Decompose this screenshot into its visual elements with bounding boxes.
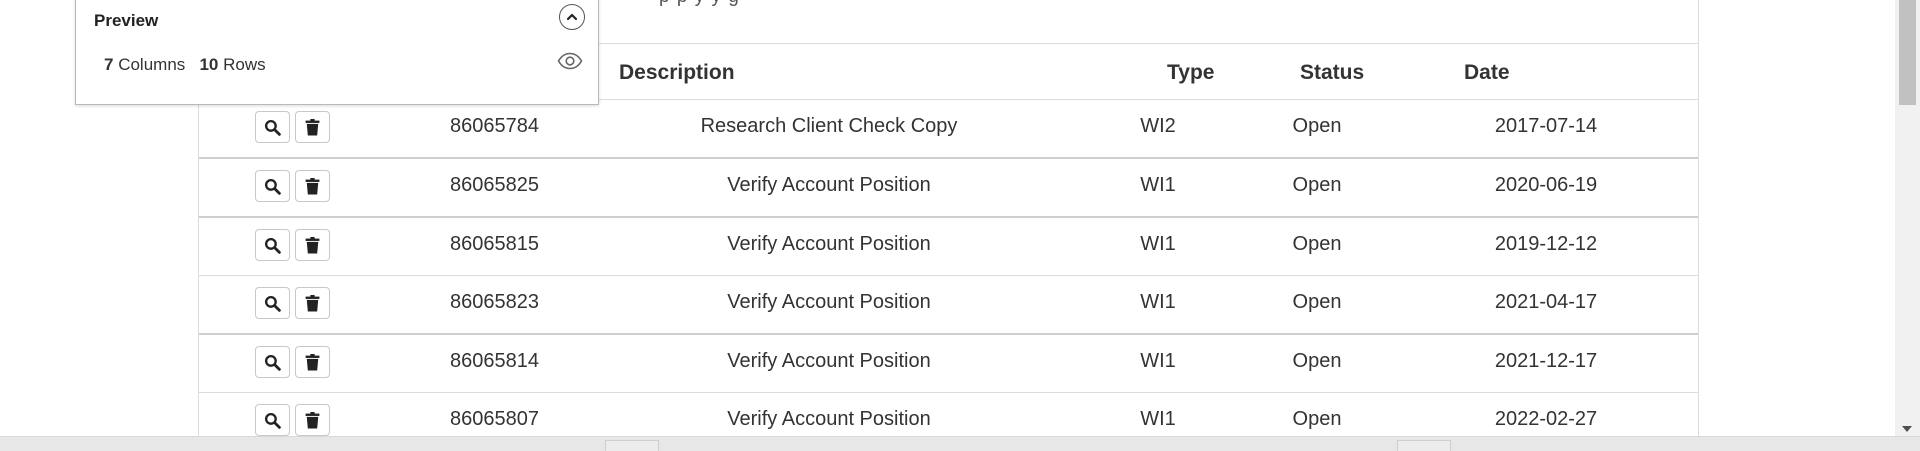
page: p p y y g Description Type Status Date 8… [0,0,1920,436]
scrollbar-marker [605,440,659,451]
toggle-visibility-button[interactable] [557,52,583,75]
cell-id: 86065825 [450,174,539,196]
search-icon [264,412,281,429]
preview-panel: Preview 7 Columns 10 Rows [75,0,599,105]
columns-count: 7 [104,55,114,74]
trash-icon [305,118,320,135]
cell-type: WI1 [1140,174,1176,196]
view-button[interactable] [255,404,290,436]
search-icon [264,354,281,371]
cell-id: 86065823 [450,291,539,313]
cell-date: 2022-02-27 [1494,408,1598,430]
delete-button[interactable] [295,229,330,261]
cell-description: Verify Account Position [727,233,931,255]
view-button[interactable] [255,287,290,319]
table-row: 86065815 Verify Account Position WI1 Ope… [199,217,1698,276]
search-icon [264,295,281,312]
trash-icon [305,294,320,311]
cell-date: 2017-07-14 [1494,115,1598,137]
cell-type: WI1 [1140,350,1176,372]
cell-status: Open [1292,350,1342,372]
delete-button[interactable] [295,111,330,143]
delete-button[interactable] [295,346,330,378]
view-button[interactable] [255,346,290,378]
eye-icon [557,52,583,70]
cell-id: 86065784 [450,115,539,137]
cell-description: Verify Account Position [727,291,931,313]
preview-stats: 7 Columns 10 Rows [104,55,266,75]
cell-type: WI1 [1140,408,1176,430]
table-row: 86065814 Verify Account Position WI1 Ope… [199,334,1698,393]
table-row: 86065784 Research Client Check Copy WI2 … [199,99,1698,159]
column-header-description[interactable]: Description [619,61,735,85]
cell-date: 2020-06-19 [1494,174,1598,196]
view-button[interactable] [255,111,290,143]
preview-title: Preview [94,11,159,30]
rows-label: Rows [223,55,266,74]
scroll-down-arrow-icon[interactable] [1902,426,1912,432]
trash-icon [305,353,320,370]
cell-id: 86065815 [450,233,539,255]
cell-description: Verify Account Position [727,408,931,430]
view-button[interactable] [255,229,290,261]
cell-type: WI2 [1140,115,1176,137]
vertical-scrollbar[interactable] [1895,0,1920,436]
cell-status: Open [1292,115,1342,137]
table-row: 86065825 Verify Account Position WI1 Ope… [199,158,1698,218]
trash-icon [305,177,320,194]
view-button[interactable] [255,170,290,202]
cell-date: 2019-12-12 [1494,233,1598,255]
cell-type: WI1 [1140,291,1176,313]
table-row: 86065807 Verify Account Position WI1 Ope… [199,392,1698,436]
search-icon [264,237,281,254]
cell-status: Open [1292,408,1342,430]
table-row: 86065823 Verify Account Position WI1 Ope… [199,275,1698,335]
scrollbar-marker [1397,440,1451,451]
cell-description: Verify Account Position [727,350,931,372]
horizontal-scrollbar[interactable] [0,436,1920,451]
cell-status: Open [1292,291,1342,313]
cell-status: Open [1292,174,1342,196]
column-header-status[interactable]: Status [1300,61,1364,85]
cell-date: 2021-12-17 [1494,350,1598,372]
trash-icon [305,236,320,253]
cell-type: WI1 [1140,233,1176,255]
cell-description: Verify Account Position [727,174,931,196]
cell-status: Open [1292,233,1342,255]
column-header-type[interactable]: Type [1167,61,1214,85]
rows-count: 10 [199,55,219,74]
delete-button[interactable] [295,170,330,202]
delete-button[interactable] [295,287,330,319]
cell-id: 86065814 [450,350,539,372]
trash-icon [305,411,320,428]
clipped-instructions-text: p p y y g [659,0,740,8]
delete-button[interactable] [295,404,330,436]
cell-date: 2021-04-17 [1494,291,1598,313]
collapse-button[interactable] [559,4,585,30]
columns-label: Columns [118,55,186,74]
search-icon [264,119,281,136]
scrollbar-thumb[interactable] [1899,0,1916,105]
cell-id: 86065807 [450,408,539,430]
chevron-up-icon [566,13,578,21]
cell-description: Research Client Check Copy [700,115,958,137]
column-header-date[interactable]: Date [1464,61,1510,85]
search-icon [264,178,281,195]
